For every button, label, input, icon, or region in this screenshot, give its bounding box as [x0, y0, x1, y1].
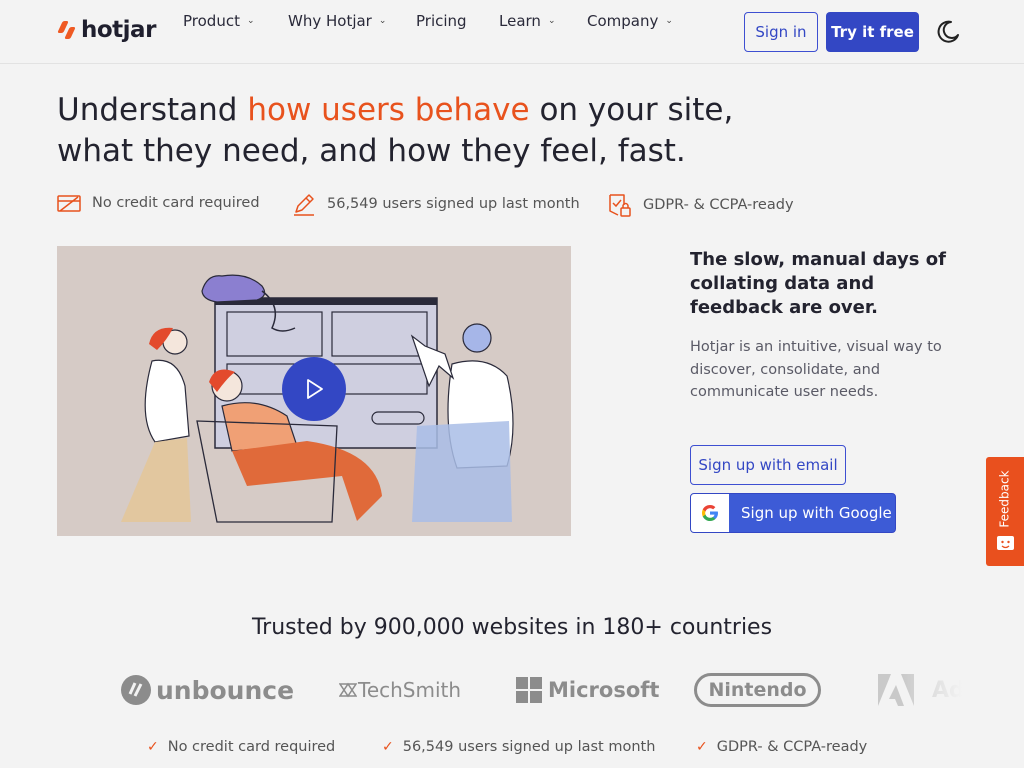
google-button-label: Sign up with Google: [741, 504, 892, 522]
nav-why-hotjar-label: Why Hotjar: [288, 12, 372, 30]
unbounce-logo-text: unbounce: [156, 675, 295, 705]
feedback-label: Feedback: [998, 470, 1012, 528]
sign-up-email-button[interactable]: Sign up with email: [690, 445, 846, 485]
chevron-down-icon: ⌄: [246, 16, 255, 26]
try-it-free-button[interactable]: Try it free: [826, 12, 919, 52]
techsmith-mark-icon: [339, 682, 357, 698]
pencil-icon: [294, 194, 314, 216]
trusted-heading: Trusted by 900,000 websites in 180+ coun…: [251, 615, 773, 640]
check-label: GDPR- & CCPA-ready: [716, 739, 868, 755]
checkmark-icon: ✓: [696, 739, 708, 755]
signup-description: Hotjar is an intuitive, visual way to di…: [690, 339, 942, 400]
check-item: ✓ 56,549 users signed up last month: [382, 739, 655, 755]
hotjar-logo-icon: [57, 19, 76, 41]
perk-label: GDPR- & CCPA-ready: [643, 197, 794, 213]
sign-in-button[interactable]: Sign in: [744, 12, 818, 52]
check-item: ✓ No credit card required: [147, 739, 335, 755]
microsoft-logo: Microsoft: [516, 668, 659, 712]
hero-title: Understand how users behave on your site…: [57, 90, 777, 172]
check-label: 56,549 users signed up last month: [402, 739, 656, 755]
product-video[interactable]: [57, 246, 571, 536]
sign-up-google-button[interactable]: Sign up with Google: [690, 493, 896, 533]
nav-pricing[interactable]: Pricing: [416, 12, 467, 30]
microsoft-mark-icon: [516, 677, 542, 703]
play-button[interactable]: [282, 357, 346, 421]
shield-lock-icon: [609, 194, 631, 217]
checkmark-icon: ✓: [382, 739, 394, 755]
microsoft-logo-text: Microsoft: [548, 678, 660, 702]
perk-label: No credit card required: [92, 195, 260, 211]
google-icon: [691, 494, 729, 532]
perk-users-signed-up: 56,549 users signed up last month: [292, 192, 580, 216]
feedback-label-wrap: Feedback: [996, 469, 1014, 529]
play-icon: [307, 379, 323, 399]
nav-company-label: Company: [587, 12, 659, 30]
feedback-tab[interactable]: Feedback: [986, 457, 1024, 566]
benefits-checklist: ✓ No credit card required ✓ 56,549 users…: [0, 739, 1024, 761]
unbounce-mark-icon: [121, 675, 151, 705]
perk-label: 56,549 users signed up last month: [327, 196, 580, 212]
nav-company[interactable]: Company ⌄: [587, 12, 673, 30]
check-item: ✓ GDPR- & CCPA-ready: [696, 739, 867, 755]
nav-why-hotjar[interactable]: Why Hotjar ⌄: [288, 12, 386, 30]
chevron-down-icon: ⌄: [378, 16, 387, 26]
customer-logos: unbounce TechSmith Microsoft Nintendo Ad: [57, 668, 962, 712]
moon-icon[interactable]: [934, 18, 962, 46]
logos-fade-left: [57, 668, 107, 712]
signup-panel: The slow, manual days of collating data …: [690, 248, 960, 404]
nav-learn-label: Learn: [499, 12, 541, 30]
nintendo-logo: Nintendo: [694, 673, 821, 707]
techsmith-logo: TechSmith: [339, 668, 461, 712]
chevron-down-icon: ⌄: [547, 16, 556, 26]
techsmith-logo-text: TechSmith: [358, 678, 462, 702]
feedback-face-icon: [997, 536, 1014, 550]
hotjar-logo[interactable]: hotjar: [57, 17, 156, 43]
hero-title-start: Understand: [57, 92, 248, 128]
hero-title-accent: how users behave: [247, 92, 530, 128]
site-header: hotjar Product ⌄ Why Hotjar ⌄ Pricing Le…: [0, 0, 1024, 64]
credit-card-icon: [57, 195, 81, 212]
unbounce-logo: unbounce: [120, 668, 294, 712]
checkmark-icon: ✓: [147, 739, 159, 755]
chevron-down-icon: ⌄: [665, 16, 673, 26]
perk-no-credit-card: No credit card required: [57, 192, 260, 214]
check-label: No credit card required: [167, 739, 336, 755]
nav-pricing-label: Pricing: [416, 12, 467, 30]
logos-fade-right: [902, 668, 962, 712]
nav-learn[interactable]: Learn ⌄: [499, 12, 555, 30]
nintendo-logo-text: Nintendo: [708, 679, 807, 701]
logo-text: hotjar: [81, 17, 156, 43]
perk-gdpr-ready: GDPR- & CCPA-ready: [608, 192, 794, 218]
nav-product-label: Product: [183, 12, 240, 30]
nav-product[interactable]: Product ⌄: [183, 12, 255, 30]
signup-heading: The slow, manual days of collating data …: [690, 249, 946, 318]
